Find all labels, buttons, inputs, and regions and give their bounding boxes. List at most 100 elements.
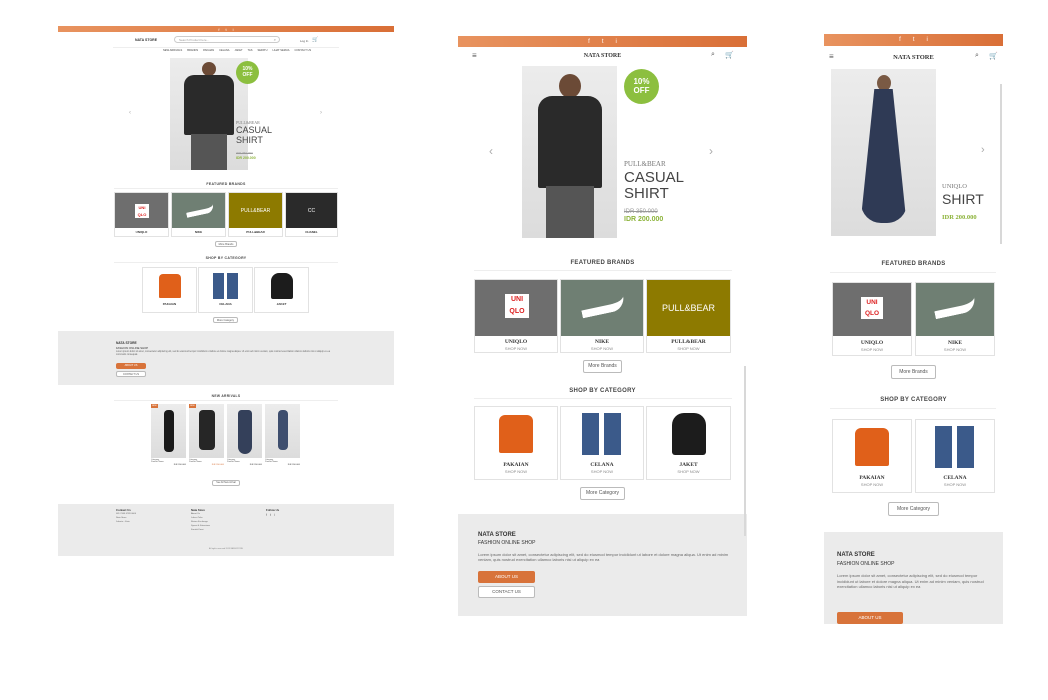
tablet-more-brands-button[interactable]: More Brands <box>583 360 622 373</box>
tablet-category-card[interactable]: PAKAIAN SHOP NOW <box>474 406 558 480</box>
footer-link[interactable]: Kontak Kami <box>191 529 203 531</box>
desktop-brand-card[interactable]: CC CHANEL <box>285 192 338 237</box>
mobile-brand-card[interactable]: UNI QLO UNIQLO SHOP NOW <box>832 282 912 356</box>
brand-image: UNI QLO <box>833 283 911 336</box>
tablet-cart-icon[interactable]: 🛒 <box>725 51 734 59</box>
desktop-more-brands-button[interactable]: More Brands <box>215 241 237 247</box>
twitter-icon[interactable]: t <box>913 37 915 43</box>
mobile-category-card[interactable]: CELANA SHOP NOW <box>915 419 995 493</box>
facebook-icon[interactable]: f <box>588 39 590 45</box>
instagram-icon[interactable]: i <box>274 513 275 517</box>
arrival-card[interactable]: NEW Category Product Name IDR 200.000 <box>189 404 224 466</box>
nav-contact-us[interactable]: CONTACT US <box>295 49 312 52</box>
tablet-scrollbar[interactable] <box>744 366 746 536</box>
desktop-see-all-button[interactable]: See All New Arrival <box>212 480 240 486</box>
nav-brands[interactable]: BRANDS <box>187 49 198 52</box>
facebook-icon[interactable]: f <box>266 513 267 517</box>
category-shop-now[interactable]: SHOP NOW <box>475 469 557 474</box>
brand-name: PULL&BEAR <box>671 339 706 345</box>
mobile-more-brands-button[interactable]: More Brands <box>891 365 936 379</box>
mobile-cart-icon[interactable]: 🛒 <box>989 52 998 60</box>
tablet-category-card[interactable]: JAKET SHOP NOW <box>646 406 731 480</box>
footer-link[interactable]: Lokasi Toko <box>191 517 203 519</box>
nav-lihat-semua[interactable]: LIHAT SEMUA <box>272 49 289 52</box>
nav-tas[interactable]: TAS <box>248 49 253 52</box>
desktop-cart-icon[interactable]: 🛒 <box>312 37 318 43</box>
brand-name: PULL&BEAR <box>246 230 265 234</box>
contact-us-button[interactable]: CONTACT US <box>478 586 535 598</box>
desktop-category-card[interactable]: JAKET <box>254 267 309 313</box>
category-name: PAKAIAN <box>503 462 529 468</box>
category-shop-now[interactable]: SHOP NOW <box>561 469 643 474</box>
about-us-button[interactable]: ABOUT US <box>478 571 535 583</box>
mobile-scrollbar[interactable] <box>1000 84 1002 244</box>
brand-shop-now[interactable]: SHOP NOW <box>475 346 557 351</box>
desktop-login-link[interactable]: Log In <box>300 39 308 43</box>
about-title: NATA STORE <box>837 552 875 558</box>
desktop-category-card[interactable]: PAKAIAN <box>142 267 197 313</box>
nav-celana[interactable]: CELANA <box>219 49 229 52</box>
desktop-prev-arrow[interactable]: ‹ <box>129 110 131 116</box>
about-us-button[interactable]: ABOUT US <box>837 612 903 624</box>
desktop-search-input[interactable]: Search Product here... ⌕ <box>174 36 280 43</box>
twitter-icon[interactable]: t <box>270 513 271 517</box>
tablet-prev-arrow[interactable]: ‹ <box>489 144 493 158</box>
desktop-brand-card[interactable]: PULL&BEAR PULL&BEAR <box>228 192 283 237</box>
tablet-logo[interactable]: NATA STORE <box>458 53 747 59</box>
uniqlo-logo: UNI QLO <box>505 294 529 318</box>
about-us-button[interactable]: ABOUT US <box>116 363 146 369</box>
mobile-category-divider <box>830 408 996 409</box>
mobile-next-arrow[interactable]: › <box>981 144 985 156</box>
tablet-brand-card[interactable]: UNI QLO UNIQLO SHOP NOW <box>474 279 558 353</box>
desktop-brand-card[interactable]: NIKE <box>171 192 226 237</box>
tablet-next-arrow[interactable]: › <box>709 144 713 158</box>
instagram-icon[interactable]: i <box>233 27 234 32</box>
twitter-icon[interactable]: t <box>226 27 227 32</box>
footer-link[interactable]: About Us <box>191 513 200 515</box>
twitter-icon[interactable]: t <box>602 39 604 45</box>
nav-new-arrivals[interactable]: NEW ARRIVALS <box>163 49 182 52</box>
brand-shop-now[interactable]: SHOP NOW <box>833 347 911 352</box>
footer-contact-1: 081 2345 6789 0000 <box>116 513 137 515</box>
brand-image: UNI QLO <box>475 280 557 336</box>
mobile-brand-card[interactable]: NIKE SHOP NOW <box>915 282 995 356</box>
nav-pakaian[interactable]: PAKAIAN <box>203 49 214 52</box>
search-icon[interactable]: ⌕ <box>274 37 276 42</box>
tablet-brand-card[interactable]: PULL&BEAR PULL&BEAR SHOP NOW <box>646 279 731 353</box>
mobile-search-icon[interactable]: ⌕ <box>975 52 979 60</box>
footer-link[interactable]: Syarat & Ketentuan <box>191 525 210 527</box>
facebook-icon[interactable]: f <box>218 27 219 32</box>
nav-jaket[interactable]: JAKET <box>235 49 243 52</box>
arrival-card[interactable]: NEW Category Product Name IDR 200.000 <box>151 404 186 466</box>
mobile-category-card[interactable]: PAKAIAN SHOP NOW <box>832 419 912 493</box>
tablet-search-icon[interactable]: ⌕ <box>711 51 715 59</box>
footer-link[interactable]: Return Exchange <box>191 521 208 523</box>
contact-us-button[interactable]: CONTACT US <box>116 371 146 377</box>
about-title: NATA STORE <box>478 532 516 538</box>
instagram-icon[interactable]: i <box>927 37 928 43</box>
arrival-card[interactable]: Category Product Name IDR 200.000 <box>227 404 262 466</box>
desktop-brand-card[interactable]: UNI QLO UNIQLO <box>114 192 169 237</box>
mobile-more-category-button[interactable]: More Category <box>888 502 939 516</box>
tablet-brand-card[interactable]: NIKE SHOP NOW <box>560 279 644 353</box>
tablet-social-bar: f t i <box>458 36 747 47</box>
nav-sepatu[interactable]: SEPATU <box>257 49 267 52</box>
category-shop-now[interactable]: SHOP NOW <box>833 482 911 487</box>
brand-shop-now[interactable]: SHOP NOW <box>916 347 994 352</box>
desktop-logo[interactable]: NATA STORE <box>135 38 157 42</box>
tablet-more-category-button[interactable]: More Category <box>580 487 625 500</box>
desktop-category-card[interactable]: CELANA <box>198 267 253 313</box>
facebook-icon[interactable]: f <box>899 37 901 43</box>
category-shop-now[interactable]: SHOP NOW <box>916 482 994 487</box>
instagram-icon[interactable]: i <box>616 39 617 45</box>
desktop-next-arrow[interactable]: › <box>320 110 322 116</box>
arrival-card[interactable]: Category Product Name IDR 200.000 <box>265 404 300 466</box>
tablet-category-card[interactable]: CELANA SHOP NOW <box>560 406 644 480</box>
about-text: Lorem ipsum dolor sit amet, consectetur … <box>116 351 330 356</box>
brand-shop-now[interactable]: SHOP NOW <box>647 346 730 351</box>
desktop-more-category-button[interactable]: More Category <box>213 317 238 323</box>
brand-shop-now[interactable]: SHOP NOW <box>561 346 643 351</box>
new-badge: NEW <box>189 404 196 408</box>
hero-pants <box>191 134 227 170</box>
category-shop-now[interactable]: SHOP NOW <box>647 469 730 474</box>
